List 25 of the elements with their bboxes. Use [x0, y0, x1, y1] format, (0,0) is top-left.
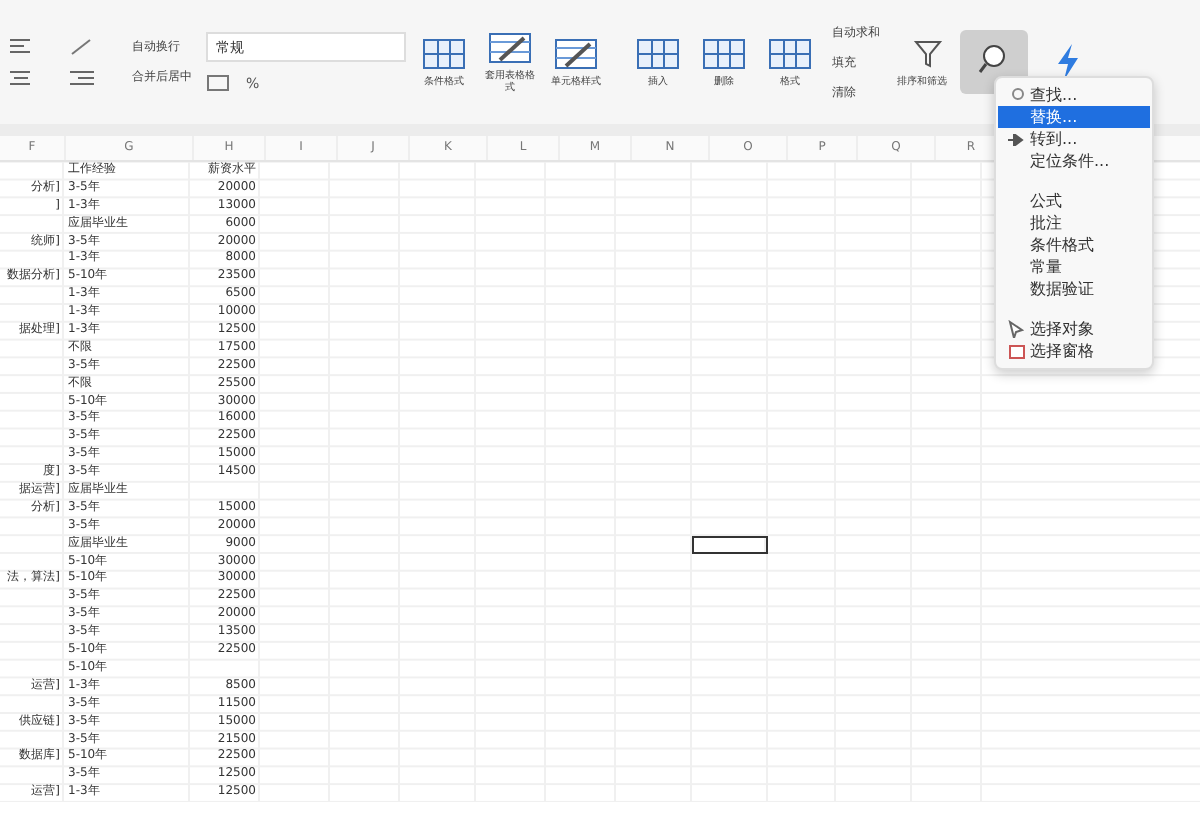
table-icon[interactable]	[554, 35, 598, 72]
menu-item[interactable]: 数据验证	[998, 278, 1150, 300]
orientation-icon[interactable]	[67, 36, 95, 56]
align-icon[interactable]	[8, 36, 32, 56]
pointer-icon	[1008, 320, 1024, 338]
menu-item[interactable]: 查找...	[998, 84, 1150, 106]
menu-item[interactable]: 批注	[998, 212, 1150, 234]
table-icon[interactable]	[636, 35, 680, 72]
align-icon[interactable]	[8, 68, 32, 88]
table-icon[interactable]	[488, 29, 532, 65]
indent-icon[interactable]	[67, 68, 95, 88]
pane-icon	[1007, 342, 1025, 360]
table-icon[interactable]	[768, 35, 812, 72]
menu-item[interactable]: 选择窗格	[998, 340, 1150, 362]
menu-item[interactable]: 公式	[998, 190, 1150, 212]
menu-item[interactable]: 选择对象	[998, 318, 1150, 340]
table-icon[interactable]	[702, 35, 746, 72]
currency-icon[interactable]	[206, 74, 230, 92]
selected-cell[interactable]	[692, 535, 768, 554]
menu-item[interactable]: 条件格式	[998, 234, 1150, 256]
menu-item[interactable]: 替换...	[998, 106, 1150, 128]
lightning-icon[interactable]	[1054, 42, 1082, 82]
table-icon[interactable]	[422, 35, 466, 72]
arrow-icon	[1008, 133, 1024, 145]
menu-item[interactable]: 常量	[998, 256, 1150, 278]
